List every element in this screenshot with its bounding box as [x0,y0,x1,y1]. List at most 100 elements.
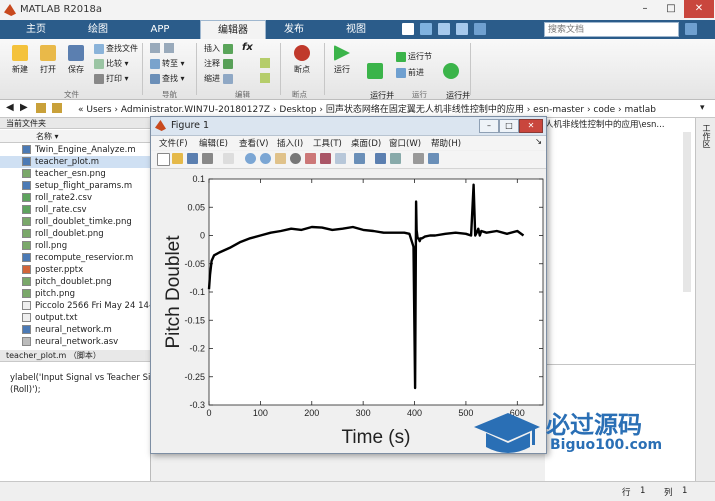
print-figure-icon[interactable] [202,153,213,164]
file-list-item[interactable]: Piccolo 2566 Fri May 24 14-5 [0,300,157,312]
up-folder-icon[interactable] [36,103,46,113]
menu-insert[interactable]: 插入(I) [277,137,303,149]
menu-help[interactable]: 帮助(H) [431,137,461,149]
legend-icon[interactable] [390,153,401,164]
print-button[interactable]: 打印 ▾ [94,73,129,84]
vertical-scrollbar[interactable] [683,132,691,292]
png-file-icon [22,289,31,298]
figure-maximize-button[interactable]: □ [499,119,519,133]
decrease-indent-icon[interactable] [260,73,270,83]
file-list-item[interactable]: neural_network.asv [0,336,150,348]
back-nav-icon[interactable] [150,43,160,53]
redo-icon[interactable] [456,23,468,35]
forward-nav-icon[interactable] [164,43,174,53]
group-divider [470,43,471,95]
data-cursor-icon[interactable] [305,153,316,164]
tab-view[interactable]: 视图 [328,20,384,39]
maximize-button[interactable]: □ [658,0,684,18]
tab-plots[interactable]: 绘图 [70,20,126,39]
menu-view[interactable]: 查看(V) [239,137,268,149]
link-plot-icon[interactable] [354,153,365,164]
run-button[interactable]: 运行 [330,45,354,75]
workspace-tab[interactable]: 工作区 [700,124,712,148]
forward-arrow-icon[interactable]: ▶ [20,102,28,113]
file-list-item[interactable]: roll_doublet_timke.png [0,216,150,228]
breadcrumb[interactable]: « Users › Administrator.WIN7U-20180127Z … [78,102,656,115]
insert-button[interactable]: 插入 [204,43,235,54]
close-button[interactable]: ✕ [684,0,714,18]
file-list-item[interactable]: pitch_doublet.png [0,276,150,288]
file-list-item[interactable]: poster.pptx [0,264,150,276]
file-list-item[interactable]: roll_rate.csv [0,204,150,216]
open-button[interactable]: 打开 [36,45,60,75]
find-files-button[interactable]: 查找文件 [94,43,138,54]
file-list-item[interactable]: pitch.png [0,288,150,300]
comment-button[interactable]: 注释 [204,58,235,69]
zoom-out-icon[interactable] [260,153,271,164]
advance-button[interactable]: 前进 [396,67,424,78]
tab-home[interactable]: 主页 [8,20,64,39]
tab-publish[interactable]: 发布 [266,20,322,39]
menu-tools[interactable]: 工具(T) [313,137,342,149]
minimize-button[interactable]: – [632,0,658,18]
hide-plot-tools-icon[interactable] [413,153,424,164]
rotate-3d-icon[interactable] [290,153,301,164]
help-quick-icon[interactable] [474,23,486,35]
address-dropdown-icon[interactable]: ▾ [700,103,705,113]
menu-window[interactable]: 窗口(W) [389,137,421,149]
quick-access-icon[interactable] [402,23,414,35]
compare-button[interactable]: 比较 ▾ [94,58,129,69]
file-list-item[interactable]: teacher_esn.png [0,168,150,180]
smart-indent-icon[interactable] [260,58,270,68]
file-list-item[interactable]: roll_doublet.png [0,228,150,240]
search-icon[interactable] [685,23,697,35]
file-name: neural_network.asv [35,337,119,347]
menu-edit[interactable]: 编辑(E) [199,137,228,149]
pointer-icon[interactable] [223,153,234,164]
file-list-item[interactable]: recompute_reservior.m [0,252,150,264]
find-button[interactable]: 查找 ▾ [150,73,185,84]
browse-folder-icon[interactable] [52,103,62,113]
pan-hand-icon[interactable] [275,153,286,164]
show-plot-tools-icon[interactable] [428,153,439,164]
menu-desktop[interactable]: 桌面(D) [351,137,381,149]
menu-dock-icon[interactable]: ↘ [535,137,542,147]
file-list-item[interactable]: roll.png [0,240,150,252]
file-list-item[interactable]: roll_rate2.csv [0,192,150,204]
file-name: neural_network.m [35,325,112,335]
figure-minimize-button[interactable]: – [479,119,499,133]
file-list-item[interactable]: setup_flight_params.m [0,180,150,192]
save-quick-icon[interactable] [420,23,432,35]
undo-icon[interactable] [438,23,450,35]
back-arrow-icon[interactable]: ◀ [6,102,14,113]
fx-button[interactable]: fx [242,42,253,53]
save-button[interactable]: 保存 [64,45,88,75]
file-list-item[interactable]: output.txt [0,312,150,324]
y-tick-label: 0.1 [192,174,205,184]
file-list-item[interactable]: teacher_plot.m [0,156,150,168]
group-divider [196,43,197,95]
search-documentation-input[interactable]: 搜索文档 [544,22,679,37]
png-file-icon [22,169,31,178]
menu-file[interactable]: 文件(F) [159,137,188,149]
colorbar-icon[interactable] [375,153,386,164]
brush-dropdown-icon[interactable] [335,153,346,164]
run-section-button[interactable]: 运行节 [396,51,432,62]
figure-close-button[interactable]: ✕ [519,119,543,133]
graduation-cap-logo [474,413,540,453]
indent-button[interactable]: 缩进 [204,73,235,84]
new-figure-icon[interactable] [157,153,170,166]
save-figure-icon[interactable] [187,153,198,164]
open-file-icon[interactable] [172,153,183,164]
file-list-item[interactable]: neural_network.m [0,324,150,336]
brush-icon[interactable] [320,153,331,164]
goto-button[interactable]: 转至 ▾ [150,58,185,69]
tab-editor[interactable]: 编辑器 [200,20,266,40]
zoom-in-icon[interactable] [245,153,256,164]
new-button[interactable]: 新建 [8,45,32,75]
breakpoints-button[interactable]: 断点 [288,45,316,75]
x-axis-label: Time (s) [342,427,411,448]
file-list-item[interactable]: Twin_Engine_Analyze.m [0,144,150,156]
column-header-name[interactable]: 名称 ▾ [0,130,150,143]
tab-apps[interactable]: APP [132,20,188,39]
